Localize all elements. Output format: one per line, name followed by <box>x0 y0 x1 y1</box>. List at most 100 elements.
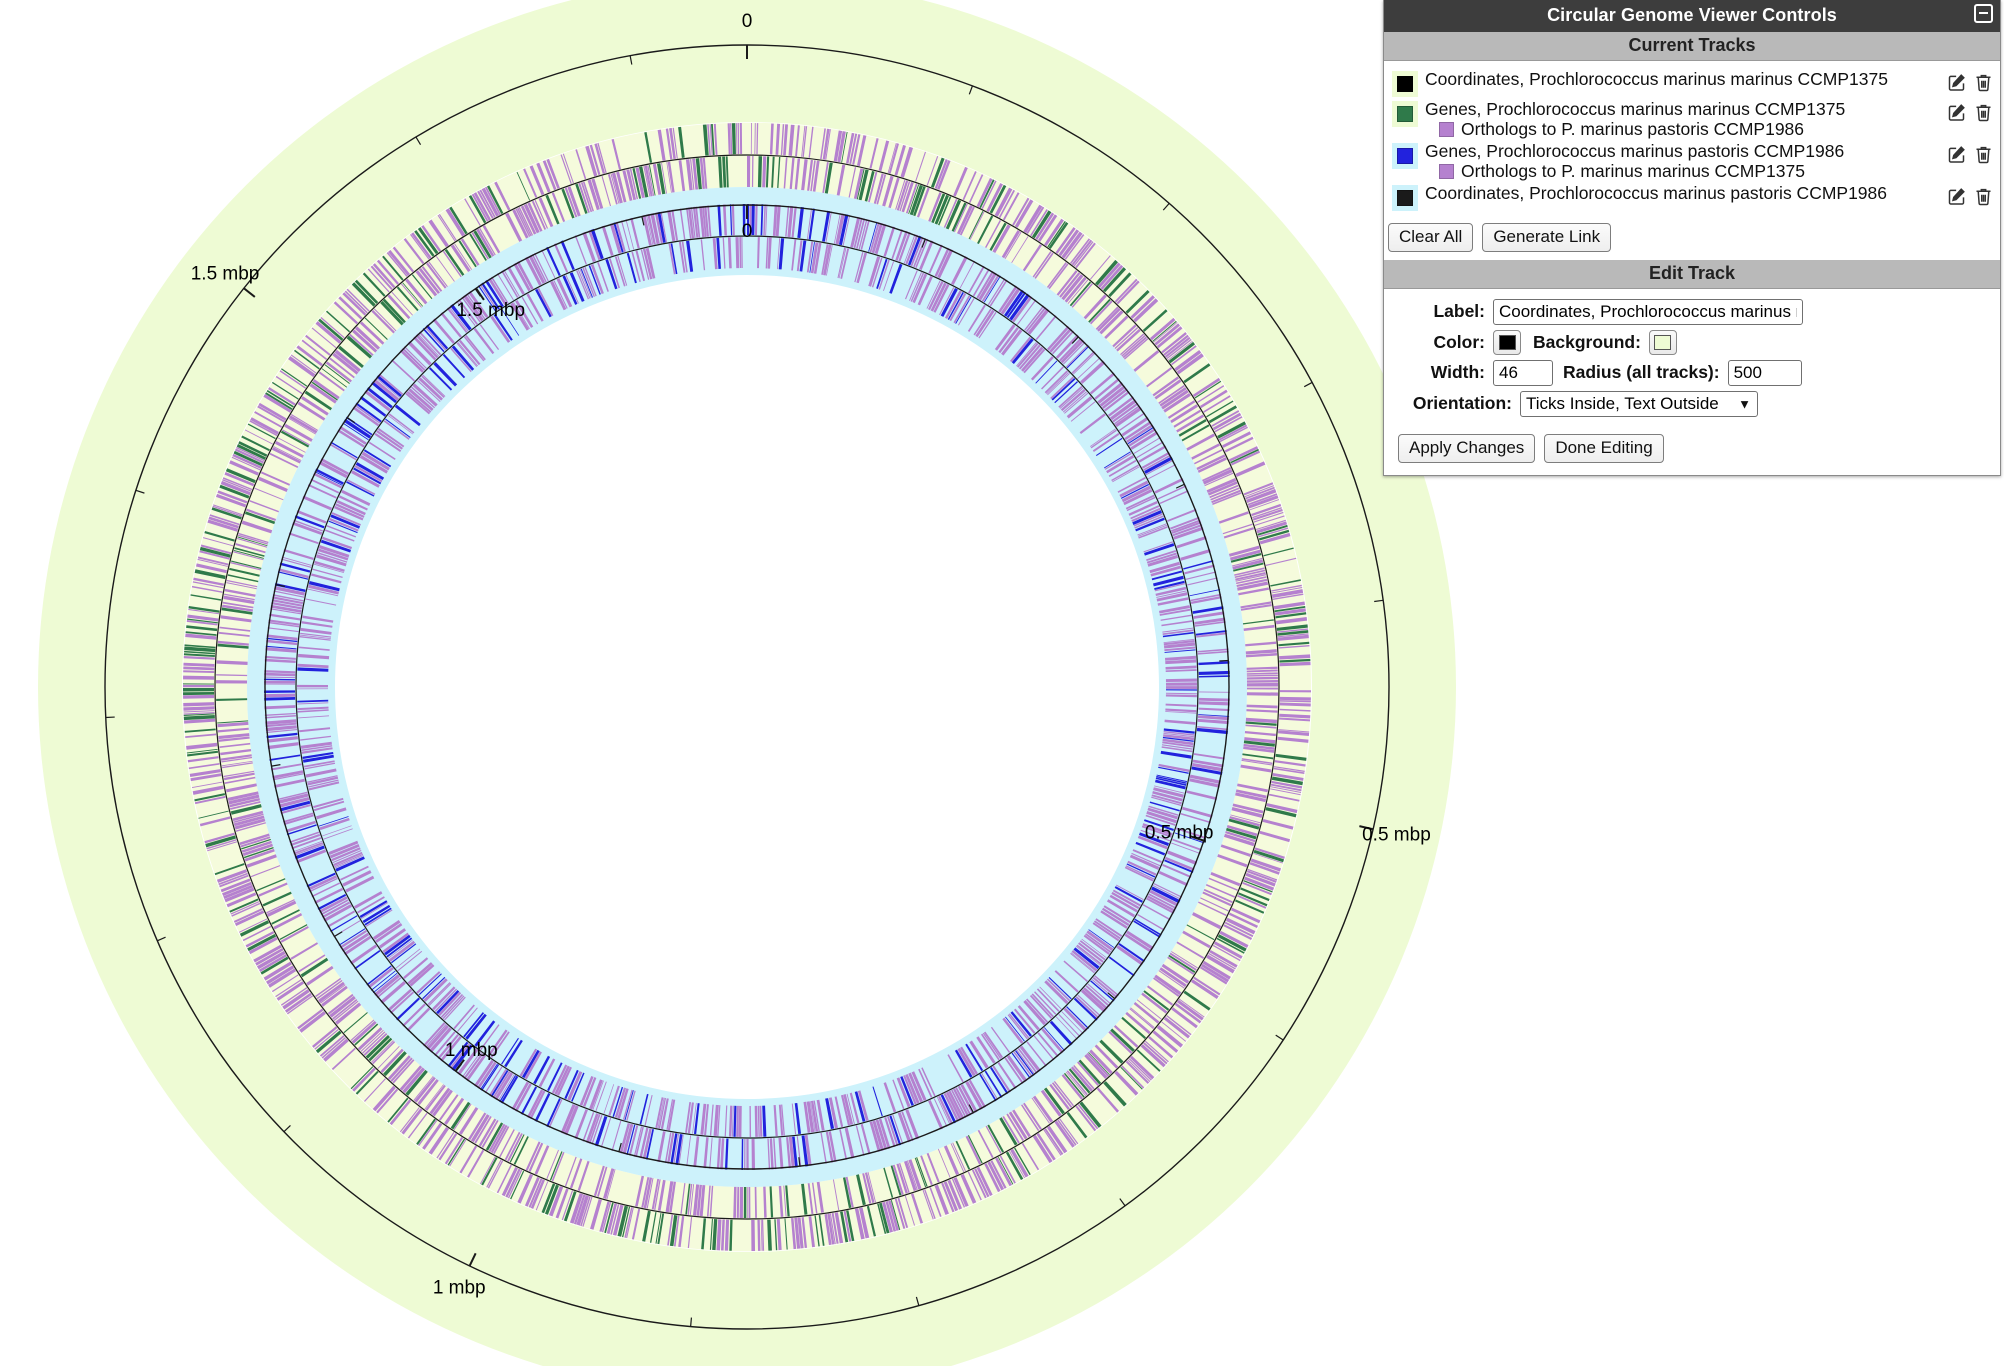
tick-label: 0.5 mbp <box>1362 825 1431 846</box>
ortholog-feature <box>297 688 329 690</box>
tick-label: 0.5 mbp <box>1145 822 1214 843</box>
gene-feature <box>183 683 215 685</box>
ortholog-feature <box>748 1186 751 1218</box>
color-swatch-button[interactable] <box>1493 329 1521 355</box>
ortholog-color-chip <box>1439 121 1454 137</box>
track-color-swatch <box>1392 142 1418 169</box>
ortholog-feature <box>1165 678 1197 682</box>
circular-genome-viewer[interactable]: 0 0.5 mbp 1 mbp 1.5 mbp 0 0.5 mbp 1 mbp 1.5 mbp <box>0 0 1460 1366</box>
tick-label: 1.5 mbp <box>456 300 525 321</box>
ortholog-feature <box>747 1186 749 1218</box>
track-color-swatch <box>1392 71 1418 97</box>
width-field-label: Width: <box>1430 362 1485 383</box>
track-color-chip <box>1397 106 1413 122</box>
tick-label: 0 <box>742 221 753 242</box>
track-color-swatch <box>1392 101 1418 127</box>
ortholog-feature <box>1246 687 1278 690</box>
track-label: Genes, Prochlorococcus marinus marinus C… <box>1425 99 1846 119</box>
ortholog-feature <box>751 1219 756 1251</box>
track-color-chip <box>1397 76 1413 92</box>
orientation-select[interactable]: Ticks Inside, Text OutsideTicks Outside,… <box>1520 390 1758 417</box>
background-chip <box>1654 334 1672 350</box>
panel-title-bar: Circular Genome Viewer Controls <box>1384 0 2000 32</box>
genome-plot[interactable]: 0 0.5 mbp 1 mbp 1.5 mbp 0 0.5 mbp 1 mbp 1.5 mbp <box>0 0 1460 1366</box>
edit-icon[interactable] <box>1946 102 1967 123</box>
tick-label: 1 mbp <box>445 1040 498 1061</box>
track-actions <box>1946 183 1994 207</box>
track-actions <box>1946 99 1994 123</box>
gene-feature <box>183 691 215 696</box>
controls-panel: Circular Genome Viewer Controls Current … <box>1383 0 2001 476</box>
minor-tick <box>690 1317 693 1327</box>
ortholog-feature <box>1165 682 1197 686</box>
label-field-row: Label: <box>1392 298 1992 325</box>
track-row: Genes, Prochlorococcus marinus marinus C… <box>1392 99 1994 139</box>
track-actions <box>1946 141 1994 165</box>
track-label-group: Coordinates, Prochlorococcus marinus mar… <box>1425 69 1942 89</box>
ortholog-feature <box>1246 680 1278 683</box>
radius-input[interactable] <box>1727 359 1802 386</box>
orientation-select-wrap[interactable]: Ticks Inside, Text OutsideTicks Outside,… <box>1520 390 1758 417</box>
gene-feature <box>1165 689 1197 691</box>
track-row: Coordinates, Prochlorococcus marinus pas… <box>1392 183 1994 211</box>
track-sublabel: Orthologs to P. marinus pastoris CCMP198… <box>1461 118 1805 139</box>
track-actions <box>1946 69 1994 93</box>
panel-title-text: Circular Genome Viewer Controls <box>1547 5 1837 25</box>
coordinate-ring-background <box>247 187 1247 1187</box>
trash-icon[interactable] <box>1973 186 1994 207</box>
orientation-field-row: Orientation: Ticks Inside, Text OutsideT… <box>1392 390 1992 417</box>
label-input[interactable] <box>1493 298 1803 325</box>
track-label-group: Genes, Prochlorococcus marinus pastoris … <box>1425 141 1942 181</box>
track-sublabel-row: Orthologs to P. marinus pastoris CCMP198… <box>1425 118 1942 139</box>
color-chip <box>1498 334 1516 350</box>
ortholog-feature <box>1279 690 1311 693</box>
ortholog-feature <box>744 1138 746 1170</box>
ortholog-feature <box>747 156 751 188</box>
edit-track-form: Label: Color: Background: Width: Radius … <box>1384 289 2000 475</box>
edit-button-row: Apply Changes Done Editing <box>1392 422 1992 463</box>
done-editing-button[interactable]: Done Editing <box>1544 433 1664 463</box>
background-field-label: Background: <box>1533 331 1641 352</box>
edit-track-heading: Edit Track <box>1384 259 2000 289</box>
ortholog-feature <box>264 693 296 698</box>
background-swatch-button[interactable] <box>1648 329 1677 355</box>
apply-changes-button[interactable]: Apply Changes <box>1398 433 1536 463</box>
ortholog-feature <box>183 675 215 680</box>
tracks-button-row: Clear All Generate Link <box>1384 219 2000 260</box>
tracks-list: Coordinates, Prochlorococcus marinus mar… <box>1384 61 2000 219</box>
color-field-row: Color: Background: <box>1392 329 1992 355</box>
color-field-label: Color: <box>1433 331 1485 352</box>
ortholog-feature <box>1165 686 1197 690</box>
orientation-field-label: Orientation: <box>1412 393 1512 414</box>
track-label: Genes, Prochlorococcus marinus pastoris … <box>1425 140 1845 161</box>
clear-all-button[interactable]: Clear All <box>1388 222 1474 252</box>
gene-feature <box>743 1186 747 1218</box>
current-tracks-heading: Current Tracks <box>1384 32 2000 61</box>
generate-link-button[interactable]: Generate Link <box>1482 222 1612 252</box>
radius-field-label: Radius (all tracks): <box>1563 362 1720 383</box>
track-label: Coordinates, Prochlorococcus marinus mar… <box>1425 69 1888 89</box>
trash-icon[interactable] <box>1973 102 1994 123</box>
tick-label: 0 <box>742 11 753 32</box>
width-input[interactable] <box>1493 359 1553 386</box>
minimize-icon[interactable] <box>1974 4 1993 23</box>
tick-label: 1 mbp <box>433 1278 486 1299</box>
edit-icon[interactable] <box>1946 186 1967 207</box>
ortholog-feature <box>1246 692 1278 696</box>
track-color-swatch <box>1392 184 1418 211</box>
trash-icon[interactable] <box>1973 144 1994 165</box>
label-field-label: Label: <box>1433 301 1485 322</box>
ortholog-feature <box>216 680 248 684</box>
edit-icon[interactable] <box>1946 72 1967 93</box>
ortholog-feature <box>739 1186 744 1218</box>
trash-icon[interactable] <box>1973 72 1994 93</box>
ortholog-feature <box>746 1138 749 1170</box>
ortholog-feature <box>297 684 329 688</box>
track-color-chip <box>1397 147 1413 164</box>
ortholog-feature <box>749 1105 752 1137</box>
ortholog-feature <box>739 123 743 155</box>
track-row: Genes, Prochlorococcus marinus pastoris … <box>1392 141 1994 181</box>
app-root: 0 0.5 mbp 1 mbp 1.5 mbp 0 0.5 mbp 1 mbp 1.5 mbp… <box>0 0 2004 1366</box>
ortholog-feature <box>264 680 296 684</box>
edit-icon[interactable] <box>1946 144 1967 165</box>
